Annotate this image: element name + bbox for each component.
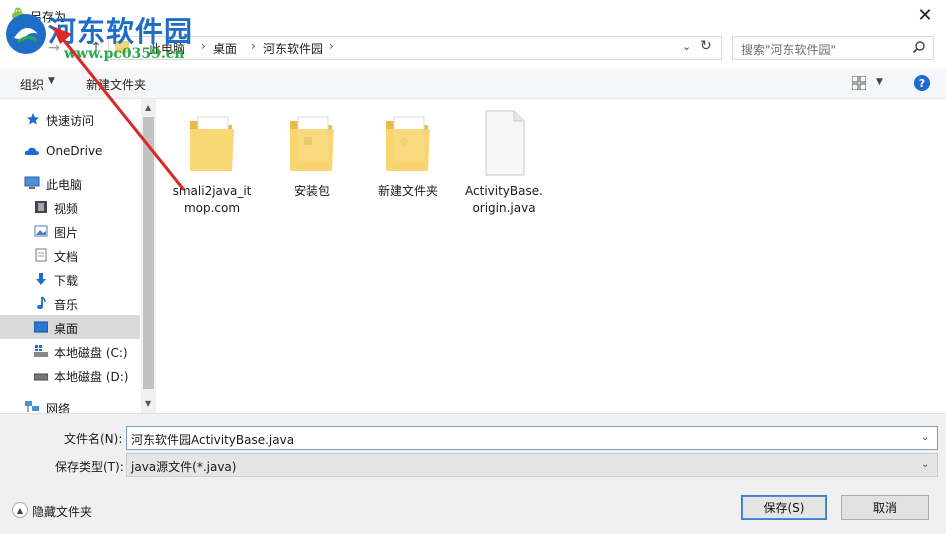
hide-folders-toggle-icon[interactable]: ▲ — [12, 502, 28, 518]
filetype-value: java源文件(*.java) — [131, 460, 237, 474]
save-form: 文件名(N): 河东软件园ActivityBase.java ⌄ 保存类型(T)… — [0, 413, 946, 534]
cancel-button[interactable]: 取消 — [841, 495, 929, 520]
filetype-select[interactable]: java源文件(*.java) ⌄ — [126, 453, 938, 477]
filetype-label: 保存类型(T): — [55, 460, 124, 474]
save-button[interactable]: 保存(S) — [741, 495, 827, 520]
hide-folders-label[interactable]: 隐藏文件夹 — [32, 503, 92, 520]
filename-dropdown-icon[interactable]: ⌄ — [921, 432, 929, 443]
filename-value[interactable]: 河东软件园ActivityBase.java — [131, 431, 294, 448]
filename-input[interactable]: 河东软件园ActivityBase.java ⌄ — [126, 426, 938, 450]
filename-label: 文件名(N): — [64, 432, 123, 446]
filetype-dropdown-icon[interactable]: ⌄ — [921, 459, 929, 470]
